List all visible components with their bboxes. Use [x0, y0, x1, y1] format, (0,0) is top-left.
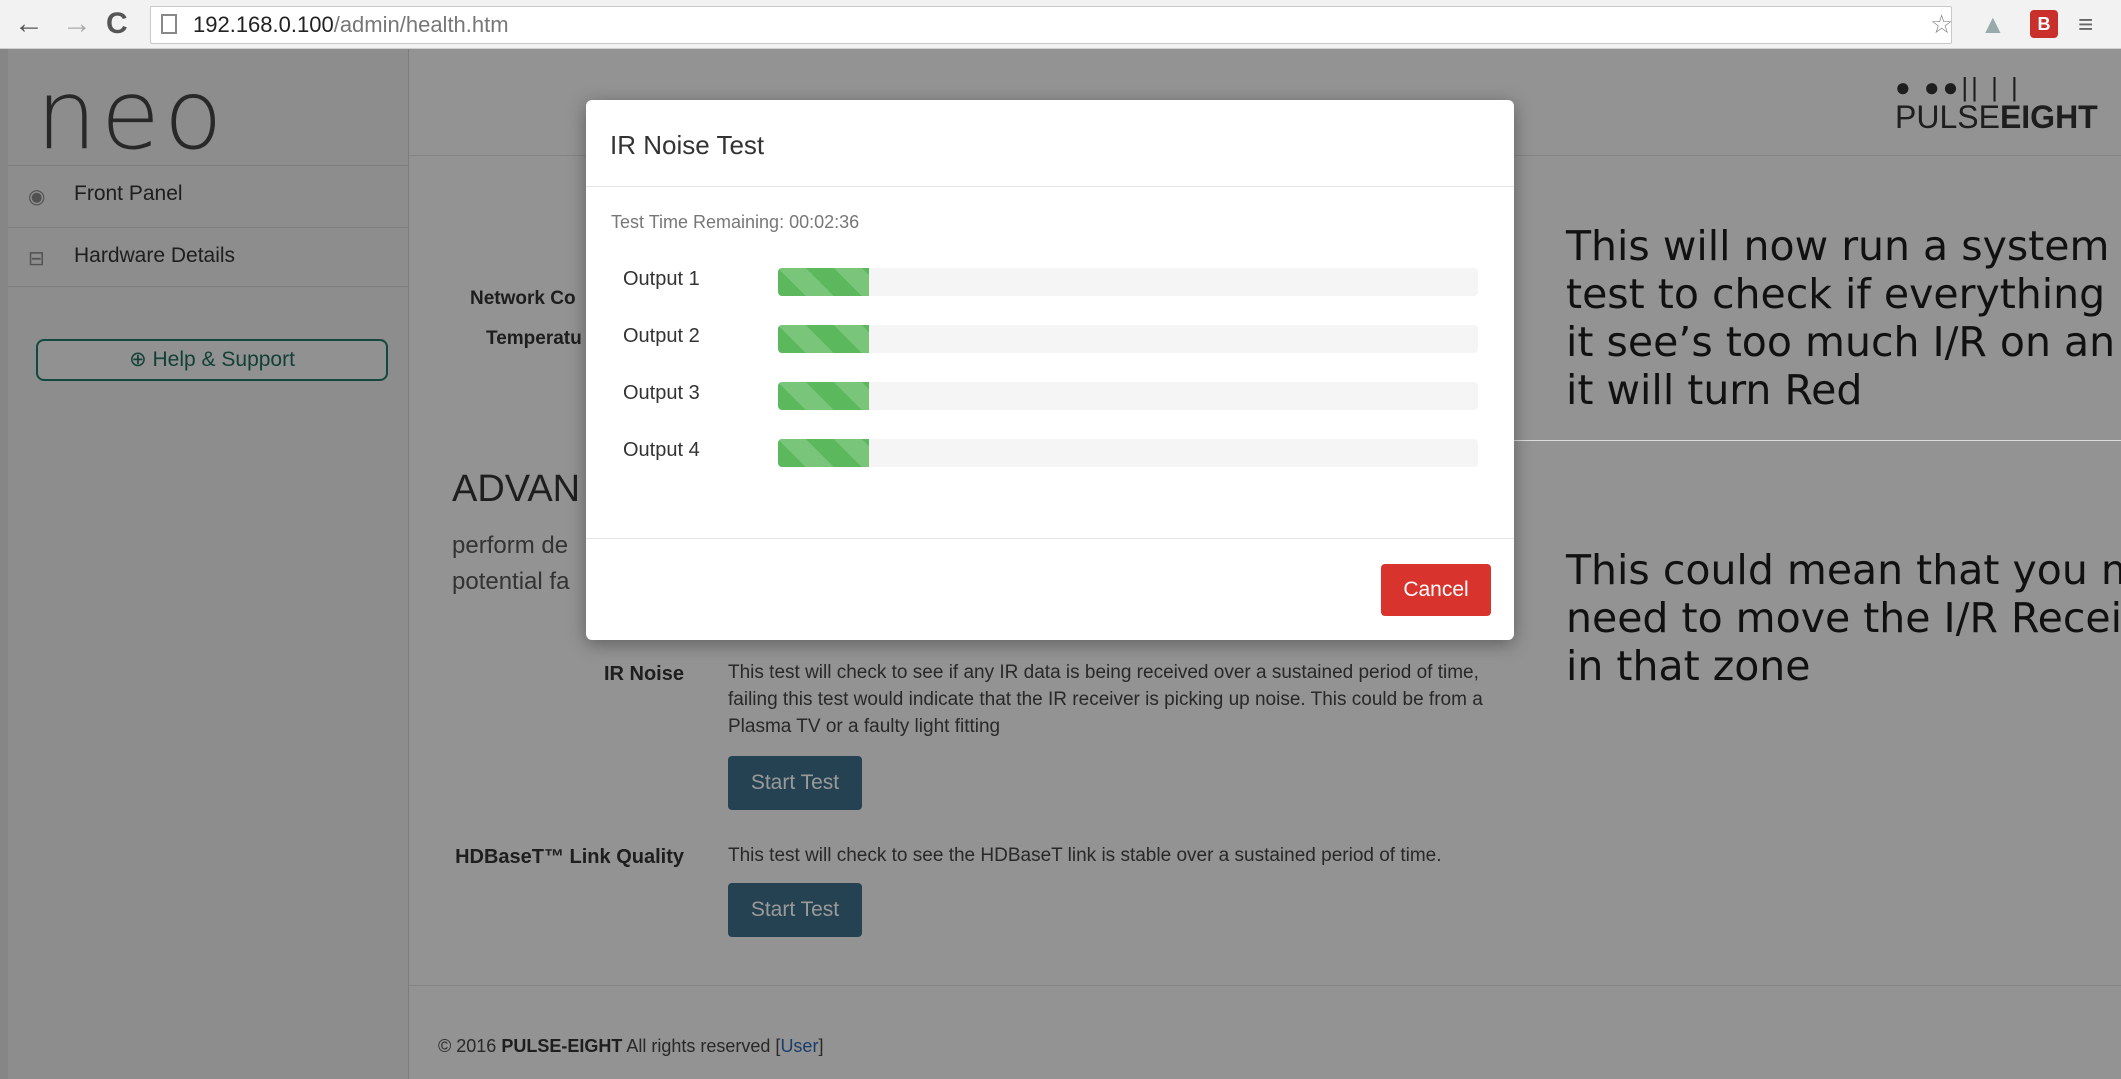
output-row: Output 2	[586, 319, 1514, 359]
menu-icon[interactable]: ≡	[2078, 8, 2093, 40]
output-row: Output 1	[586, 262, 1514, 302]
forward-arrow-icon[interactable]: →	[62, 6, 92, 42]
progress-bar	[778, 382, 869, 410]
annotation-line: This could mean that you ma	[1566, 546, 2121, 594]
annotation-line: it will turn Red	[1566, 366, 1863, 414]
modal-title: IR Noise Test	[610, 130, 765, 160]
annotation-line: need to move the I/R Receiv	[1566, 594, 2121, 642]
back-arrow-icon[interactable]: ←	[14, 6, 44, 42]
annotation-line: it see’s too much I/R on an o	[1566, 318, 2121, 366]
drive-icon[interactable]: ▲	[1980, 8, 2006, 40]
address-bar[interactable]: 192.168.0.100/admin/health.htm	[150, 6, 1952, 44]
annotation-line: in that zone	[1566, 642, 1811, 690]
output-label: Output 3	[623, 382, 700, 404]
url-text: 192.168.0.100/admin/health.htm	[193, 12, 509, 37]
output-label: Output 2	[623, 325, 700, 347]
cancel-button[interactable]: Cancel	[1381, 564, 1491, 616]
modal-footer-divider	[586, 538, 1514, 539]
progress-track	[778, 268, 1478, 296]
progress-bar	[778, 325, 869, 353]
progress-track	[778, 325, 1478, 353]
annotation-line: This will now run a system w	[1566, 222, 2121, 270]
annotation-line: test to check if everything is	[1566, 270, 2121, 318]
progress-track	[778, 382, 1478, 410]
annotation-paragraph-1: This will now run a system w test to che…	[1566, 222, 2121, 414]
modal-header-divider	[586, 186, 1514, 187]
content-divider	[1510, 440, 2121, 441]
output-row: Output 3	[586, 376, 1514, 416]
progress-bar	[778, 268, 869, 296]
output-label: Output 1	[623, 268, 700, 290]
page-icon	[161, 14, 177, 34]
annotation-paragraph-2: This could mean that you ma need to move…	[1566, 546, 2121, 690]
ir-noise-test-modal: IR Noise Test Test Time Remaining: 00:02…	[586, 100, 1514, 640]
reload-icon[interactable]: C	[106, 6, 128, 42]
progress-track	[778, 439, 1478, 467]
output-row: Output 4	[586, 433, 1514, 473]
browser-toolbar: ← → C 192.168.0.100/admin/health.htm ☆ ▲…	[0, 0, 2121, 49]
extension-icon[interactable]: B	[2030, 10, 2058, 38]
time-remaining: Test Time Remaining: 00:02:36	[611, 212, 860, 232]
output-label: Output 4	[623, 439, 700, 461]
progress-bar	[778, 439, 869, 467]
star-icon[interactable]: ☆	[1930, 8, 1953, 40]
